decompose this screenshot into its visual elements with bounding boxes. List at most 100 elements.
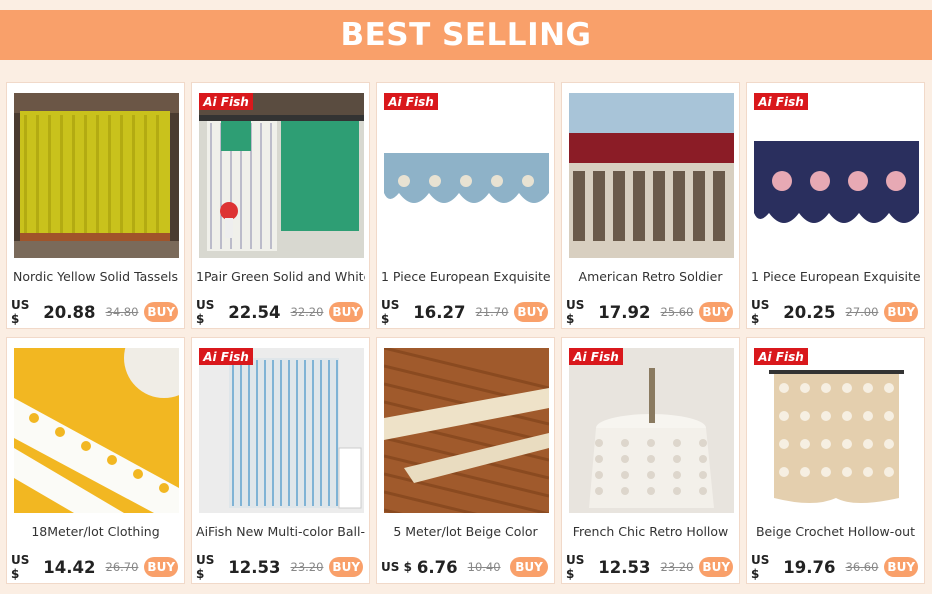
product-card[interactable]: 5 Meter/lot Beige Color US $ 6.76 10.40 … <box>376 337 555 584</box>
currency-label: US $ <box>751 298 770 326</box>
product-card[interactable]: Ai Fish French Chic Retro Hollow US $ 12… <box>561 337 740 584</box>
original-price: 10.40 <box>467 560 501 574</box>
price-row: US $ 14.42 26.70 BUY <box>11 553 178 581</box>
aifish-logo: Ai Fish <box>754 93 808 110</box>
price-row: US $ 20.25 27.00 BUY <box>751 298 918 326</box>
product-photo <box>14 93 179 258</box>
price-row: US $ 6.76 10.40 BUY <box>381 556 548 578</box>
product-price: 22.54 <box>228 302 281 322</box>
product-photo <box>384 93 549 258</box>
product-price: 6.76 <box>416 557 458 577</box>
product-image[interactable]: Ai Fish <box>754 348 919 513</box>
product-card[interactable]: 18Meter/lot Clothing US $ 14.42 26.70 BU… <box>6 337 185 584</box>
price-row: US $ 22.54 32.20 BUY <box>196 298 363 326</box>
product-name[interactable]: 1 Piece European Exquisite <box>381 269 550 284</box>
product-photo <box>569 93 734 258</box>
product-name[interactable]: Beige Crochet Hollow-out <box>751 524 920 539</box>
product-price: 17.92 <box>598 302 651 322</box>
product-price: 20.88 <box>43 302 96 322</box>
aifish-logo: Ai Fish <box>754 348 808 365</box>
currency-label: US $ <box>751 553 770 581</box>
product-name[interactable]: 1Pair Green Solid and White <box>196 269 365 284</box>
currency-label: US $ <box>196 298 215 326</box>
product-name[interactable]: 5 Meter/lot Beige Color <box>381 524 550 539</box>
product-photo <box>754 93 919 258</box>
product-name[interactable]: 1 Piece European Exquisite <box>751 269 920 284</box>
buy-button[interactable]: BUY <box>144 302 178 322</box>
product-card[interactable]: Ai Fish AiFish New Multi-color Ball- US … <box>191 337 370 584</box>
buy-button[interactable]: BUY <box>699 557 733 577</box>
aifish-logo: Ai Fish <box>569 348 623 365</box>
product-card[interactable]: American Retro Soldier US $ 17.92 25.60 … <box>561 82 740 329</box>
currency-label: US $ <box>381 560 412 574</box>
original-price: 34.80 <box>105 305 139 319</box>
product-image[interactable]: Ai Fish <box>199 93 364 258</box>
original-price: 23.20 <box>290 560 324 574</box>
buy-button[interactable]: BUY <box>699 302 733 322</box>
original-price: 26.70 <box>105 560 139 574</box>
price-row: US $ 16.27 21.70 BUY <box>381 298 548 326</box>
product-name[interactable]: American Retro Soldier <box>566 269 735 284</box>
buy-button[interactable]: BUY <box>510 557 548 577</box>
product-name[interactable]: 18Meter/lot Clothing <box>11 524 180 539</box>
banner-title: BEST SELLING <box>340 17 592 53</box>
original-price: 21.70 <box>475 305 509 319</box>
product-name[interactable]: AiFish New Multi-color Ball- <box>196 524 365 539</box>
currency-label: US $ <box>566 553 585 581</box>
product-photo <box>569 348 734 513</box>
product-photo <box>384 348 549 513</box>
product-image[interactable]: Ai Fish <box>199 348 364 513</box>
product-image[interactable]: Ai Fish <box>384 93 549 258</box>
product-image[interactable]: Ai Fish <box>754 93 919 258</box>
product-grid: Nordic Yellow Solid Tassels US $ 20.88 3… <box>6 82 925 584</box>
product-photo <box>199 93 364 258</box>
buy-button[interactable]: BUY <box>884 302 918 322</box>
price-row: US $ 12.53 23.20 BUY <box>196 553 363 581</box>
buy-button[interactable]: BUY <box>329 557 363 577</box>
buy-button[interactable]: BUY <box>329 302 363 322</box>
buy-button[interactable]: BUY <box>144 557 178 577</box>
currency-label: US $ <box>566 298 585 326</box>
product-photo <box>199 348 364 513</box>
buy-button[interactable]: BUY <box>884 557 918 577</box>
product-price: 20.25 <box>783 302 836 322</box>
product-photo <box>754 348 919 513</box>
currency-label: US $ <box>381 298 400 326</box>
product-price: 16.27 <box>413 302 466 322</box>
product-card[interactable]: Ai Fish 1 Piece European Exquisite US $ … <box>376 82 555 329</box>
product-name[interactable]: French Chic Retro Hollow <box>566 524 735 539</box>
product-image[interactable] <box>14 93 179 258</box>
original-price: 32.20 <box>290 305 324 319</box>
product-price: 14.42 <box>43 557 96 577</box>
product-card[interactable]: Ai Fish Beige Crochet Hollow-out US $ 19… <box>746 337 925 584</box>
original-price: 25.60 <box>660 305 694 319</box>
top-strip <box>0 0 932 10</box>
product-card[interactable]: Ai Fish 1 Piece European Exquisite US $ … <box>746 82 925 329</box>
product-card[interactable]: Ai Fish 1Pair Green Solid and White US $… <box>191 82 370 329</box>
best-selling-banner: BEST SELLING <box>0 10 932 60</box>
original-price: 23.20 <box>660 560 694 574</box>
product-image[interactable]: Ai Fish <box>569 348 734 513</box>
product-photo <box>14 348 179 513</box>
product-price: 12.53 <box>228 557 281 577</box>
aifish-logo: Ai Fish <box>384 93 438 110</box>
product-name[interactable]: Nordic Yellow Solid Tassels <box>11 269 180 284</box>
original-price: 27.00 <box>845 305 879 319</box>
price-row: US $ 12.53 23.20 BUY <box>566 553 733 581</box>
currency-label: US $ <box>11 298 30 326</box>
buy-button[interactable]: BUY <box>514 302 548 322</box>
price-row: US $ 20.88 34.80 BUY <box>11 298 178 326</box>
product-card[interactable]: Nordic Yellow Solid Tassels US $ 20.88 3… <box>6 82 185 329</box>
product-image[interactable] <box>569 93 734 258</box>
price-row: US $ 19.76 36.60 BUY <box>751 553 918 581</box>
currency-label: US $ <box>196 553 215 581</box>
aifish-logo: Ai Fish <box>199 93 253 110</box>
price-row: US $ 17.92 25.60 BUY <box>566 298 733 326</box>
product-image[interactable] <box>384 348 549 513</box>
currency-label: US $ <box>11 553 30 581</box>
aifish-logo: Ai Fish <box>199 348 253 365</box>
product-price: 19.76 <box>783 557 836 577</box>
original-price: 36.60 <box>845 560 879 574</box>
product-image[interactable] <box>14 348 179 513</box>
product-price: 12.53 <box>598 557 651 577</box>
